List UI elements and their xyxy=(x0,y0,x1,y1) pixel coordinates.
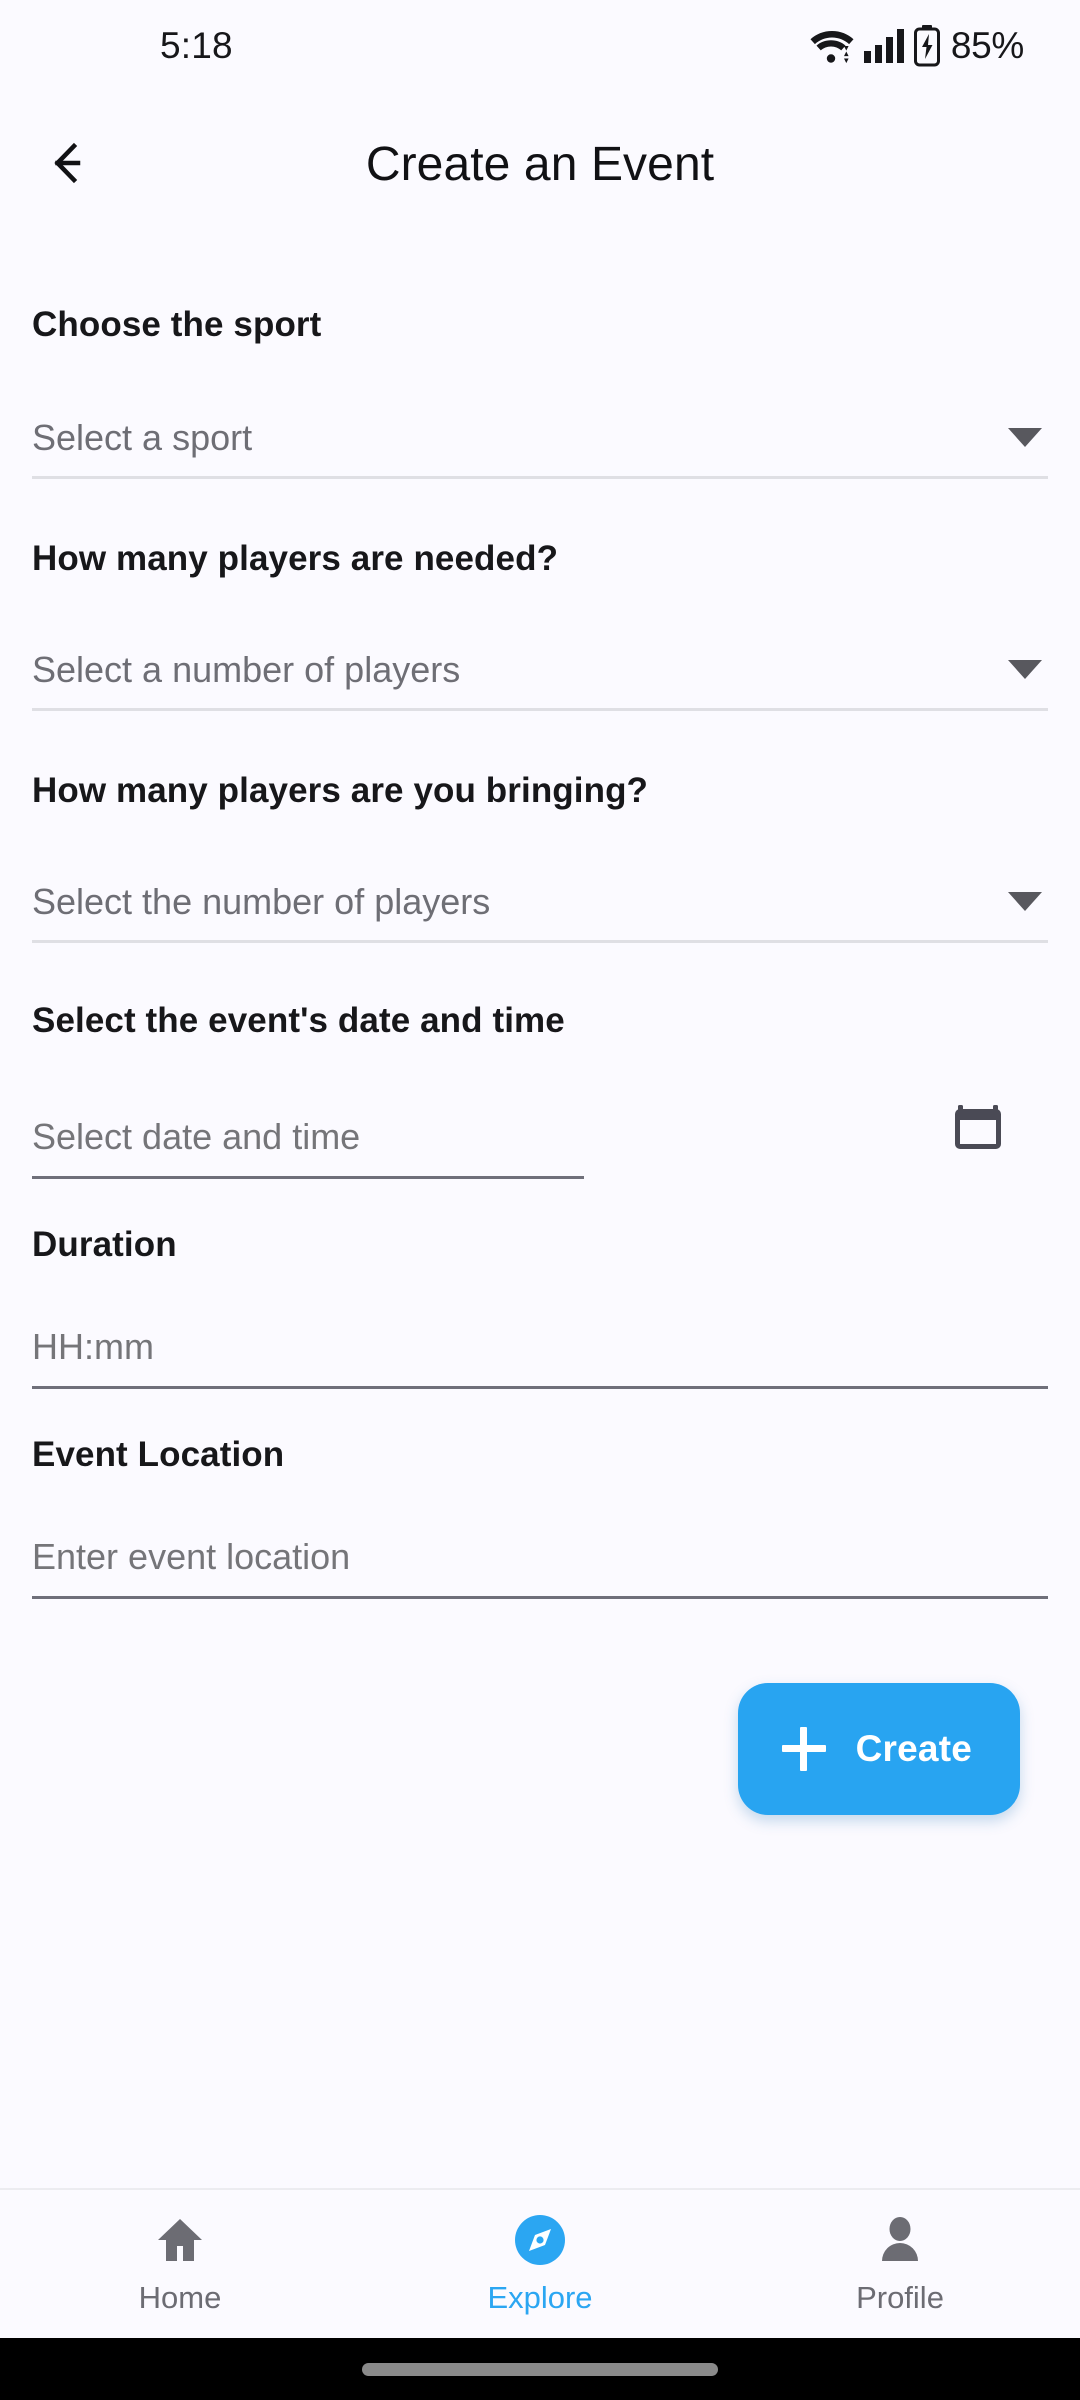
players-needed-placeholder: Select a number of players xyxy=(32,648,461,690)
duration-input[interactable]: HH:mm xyxy=(32,1307,1048,1389)
nav-item-explore[interactable]: Explore xyxy=(360,2190,720,2338)
create-event-button[interactable]: Create xyxy=(737,1683,1020,1815)
bottom-navigation-bar: Home Explore Profile xyxy=(0,2188,1080,2338)
datetime-placeholder: Select date and time xyxy=(32,1115,361,1157)
nav-item-home[interactable]: Home xyxy=(0,2190,360,2338)
wifi-icon xyxy=(810,28,854,64)
chevron-down-icon xyxy=(1008,892,1042,911)
calendar-picker-button[interactable] xyxy=(930,1079,1026,1175)
calendar-icon xyxy=(952,1100,1004,1155)
nav-label-profile: Profile xyxy=(856,2279,944,2315)
nav-item-profile[interactable]: Profile xyxy=(720,2190,1080,2338)
home-icon xyxy=(153,2213,207,2267)
datetime-input[interactable]: Select date and time xyxy=(32,1097,584,1179)
players-needed-select[interactable]: Select a number of players xyxy=(32,631,1048,711)
field-event-location: Event Location Enter event location xyxy=(32,1435,1048,1599)
field-event-datetime: Select the event's date and time Select … xyxy=(32,1001,1048,1179)
field-label: Duration xyxy=(32,1225,177,1264)
field-players-bringing: How many players are you bringing? Selec… xyxy=(32,771,1048,943)
arrow-left-icon xyxy=(50,135,106,194)
app-screen: 5:18 85% Create an Event Choose the spor… xyxy=(0,0,1080,2400)
sport-select[interactable]: Select a sport xyxy=(32,399,1048,479)
create-button-label: Create xyxy=(855,1728,972,1769)
gesture-pill[interactable] xyxy=(362,2362,718,2376)
field-label: Select the event's date and time xyxy=(32,1001,565,1040)
nav-label-home: Home xyxy=(138,2279,222,2315)
status-bar-clock: 5:18 xyxy=(160,25,233,66)
players-bringing-select[interactable]: Select the number of players xyxy=(32,863,1048,943)
field-label: Choose the sport xyxy=(32,305,322,344)
nav-label-explore: Explore xyxy=(487,2279,593,2315)
field-label: How many players are needed? xyxy=(32,539,559,578)
create-button-zone: Create xyxy=(32,1683,1048,1815)
chevron-down-icon xyxy=(1008,428,1042,447)
status-bar: 5:18 85% xyxy=(0,0,1080,92)
app-bar: Create an Event xyxy=(0,92,1080,237)
create-event-form: Choose the sport Select a sport How many… xyxy=(0,237,1080,2188)
cellular-signal-icon xyxy=(863,28,905,64)
status-bar-indicators: 85% xyxy=(810,25,1024,67)
field-duration: Duration HH:mm xyxy=(32,1225,1048,1389)
event-location-input-area[interactable]: Enter event location xyxy=(32,1517,1048,1596)
person-icon xyxy=(873,2213,927,2267)
page-title: Create an Event xyxy=(365,138,715,191)
plus-icon xyxy=(781,1727,826,1771)
players-bringing-placeholder: Select the number of players xyxy=(32,880,491,922)
battery-percent-label: 85% xyxy=(950,25,1024,66)
chevron-down-icon xyxy=(1008,660,1042,679)
compass-icon xyxy=(513,2213,567,2267)
duration-input-area[interactable]: HH:mm xyxy=(32,1307,1048,1386)
datetime-row: Select date and time xyxy=(32,1079,1048,1179)
back-button[interactable] xyxy=(30,117,126,213)
sport-select-placeholder: Select a sport xyxy=(32,416,253,458)
field-choose-the-sport: Choose the sport Select a sport xyxy=(32,305,1048,479)
field-label: Event Location xyxy=(32,1435,285,1474)
field-players-needed: How many players are needed? Select a nu… xyxy=(32,539,1048,711)
field-label: How many players are you bringing? xyxy=(32,771,649,810)
battery-charging-icon xyxy=(913,25,940,67)
event-location-input[interactable]: Enter event location xyxy=(32,1517,1048,1599)
system-gesture-bar xyxy=(0,2338,1080,2400)
event-location-placeholder: Enter event location xyxy=(32,1535,351,1577)
duration-placeholder: HH:mm xyxy=(32,1325,154,1367)
